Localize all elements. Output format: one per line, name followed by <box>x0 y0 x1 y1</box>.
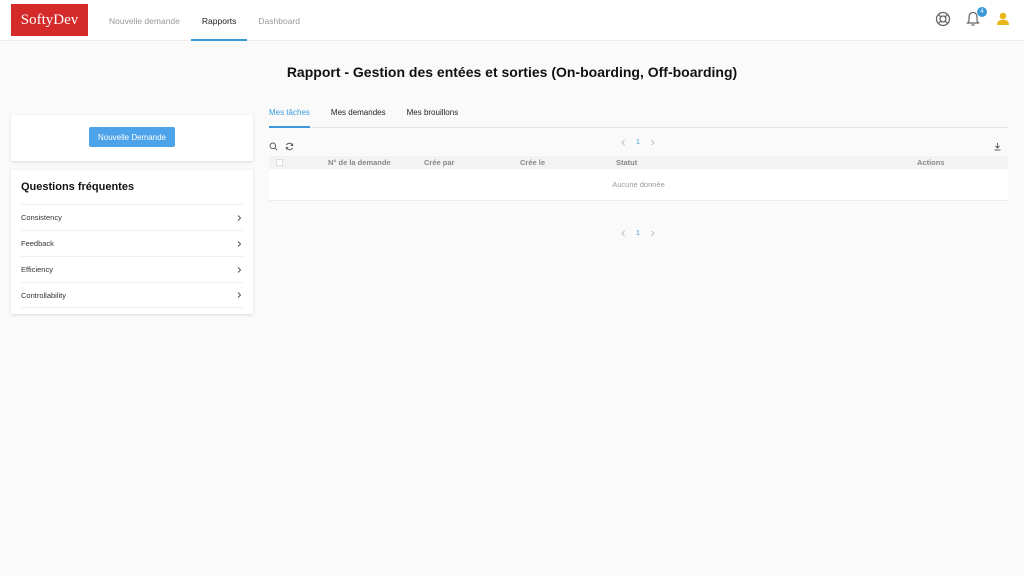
nav-nouvelle-demande[interactable]: Nouvelle demande <box>98 0 191 41</box>
new-request-card: Nouvelle Demande <box>11 115 253 161</box>
nav-dashboard[interactable]: Dashboard <box>247 0 311 41</box>
faq-title: Questions fréquentes <box>21 181 135 193</box>
faq-item-consistency[interactable]: Consistency <box>21 204 243 230</box>
empty-state: Aucune donnée <box>269 169 1008 201</box>
tab-mes-taches[interactable]: Mes tâches <box>269 108 310 128</box>
top-header: SoftyDev Nouvelle demande Rapports Dashb… <box>0 0 1024 41</box>
column-cree-par[interactable]: Crée par <box>424 158 454 167</box>
faq-item-controllability[interactable]: Controllability <box>21 282 243 308</box>
nav-rapports[interactable]: Rapports <box>190 0 248 41</box>
header-icons: 4 <box>934 7 1012 28</box>
main-nav: Nouvelle demande Rapports Dashboard <box>98 0 311 41</box>
chevron-left-icon[interactable] <box>620 230 627 237</box>
bell-icon[interactable]: 4 <box>964 7 987 28</box>
table-header: N° de la demande Crée par Crée le Statut… <box>269 156 1008 169</box>
task-tabs: Mes tâches Mes demandes Mes brouillons <box>269 108 1008 128</box>
tab-mes-brouillons[interactable]: Mes brouillons <box>407 108 459 127</box>
page-title: Rapport - Gestion des entées et sorties … <box>286 64 738 80</box>
chevron-right-icon <box>237 214 242 221</box>
column-numero-demande[interactable]: N° de la demande <box>328 158 391 167</box>
faq-item-label: Feedback <box>21 239 54 248</box>
page-number[interactable]: 1 <box>636 230 640 237</box>
chevron-right-icon <box>237 240 242 247</box>
faq-item-efficiency[interactable]: Efficiency <box>21 256 243 282</box>
support-icon[interactable] <box>934 10 952 28</box>
faq-item-feedback[interactable]: Feedback <box>21 230 243 256</box>
pagination-bottom: 1 <box>620 230 656 237</box>
chevron-right-icon[interactable] <box>649 139 656 146</box>
softydev-logo[interactable]: SoftyDev <box>11 4 88 36</box>
column-actions: Actions <box>917 158 945 167</box>
column-cree-le[interactable]: Crée le <box>520 158 545 167</box>
pagination-top: 1 <box>620 139 656 146</box>
page-number[interactable]: 1 <box>636 139 640 146</box>
faq-card: Questions fréquentes Consistency Feedbac… <box>11 170 253 314</box>
chevron-right-icon[interactable] <box>649 230 656 237</box>
chevron-left-icon[interactable] <box>620 139 627 146</box>
download-icon[interactable] <box>993 142 1002 151</box>
faq-item-label: Consistency <box>21 213 62 222</box>
chevron-right-icon <box>237 292 242 298</box>
select-all-checkbox[interactable] <box>276 159 283 166</box>
user-icon[interactable] <box>994 10 1012 28</box>
chevron-right-icon <box>237 266 242 273</box>
refresh-icon[interactable] <box>285 142 294 151</box>
tab-mes-demandes[interactable]: Mes demandes <box>331 108 386 127</box>
faq-list: Consistency Feedback Efficiency Controll… <box>21 204 243 308</box>
new-request-button[interactable]: Nouvelle Demande <box>89 127 175 147</box>
search-icon[interactable] <box>269 142 278 151</box>
column-statut[interactable]: Statut <box>616 158 637 167</box>
faq-item-label: Controllability <box>21 290 67 300</box>
faq-item-label: Efficiency <box>21 265 53 274</box>
notification-badge: 4 <box>977 7 987 17</box>
